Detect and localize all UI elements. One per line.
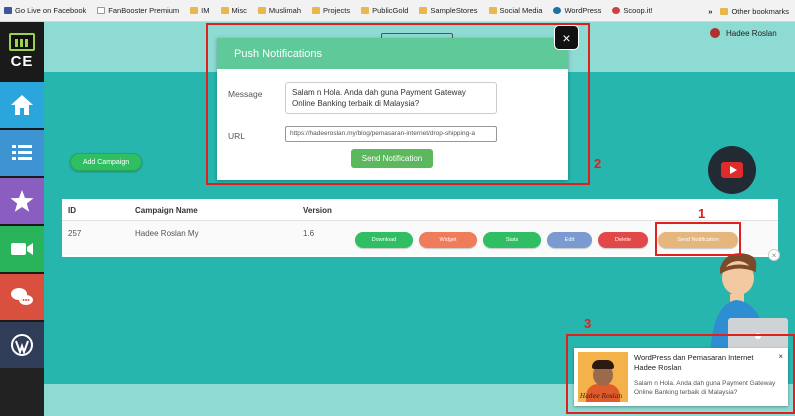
folder-icon [419,7,428,14]
wordpress-icon [11,334,33,356]
bookmark-go-live-facebook[interactable]: Go Live on Facebook [4,6,86,15]
folder-icon [720,7,729,15]
sidebar-item-list[interactable] [0,128,44,176]
toast-title: WordPress dan Pemasaran Internet Hadee R… [634,353,754,372]
other-bookmarks[interactable]: Other bookmarks [720,7,789,16]
bookmark-social-media[interactable]: Social Media [488,6,542,15]
sidebar-item-chat[interactable] [0,272,44,320]
scoopit-icon [612,7,621,14]
app-logo[interactable]: CE [0,22,44,80]
more-bookmarks-chevron[interactable]: » [708,7,712,16]
header-version: Version [303,206,332,215]
stats-button[interactable]: Stats [483,232,541,248]
header-campaign-name: Campaign Name [135,206,198,215]
folder-icon [361,7,370,14]
sidebar-item-home[interactable] [0,80,44,128]
bookmarks-bar: Go Live on Facebook FanBooster Premium I… [0,0,795,22]
star-icon [10,190,34,212]
close-character-button[interactable]: × [768,249,780,261]
download-button[interactable]: Download [355,232,413,248]
folder-icon [488,7,497,14]
user-menu[interactable]: Hadee Roslan [710,28,777,38]
annotation-number-2: 2 [594,156,602,171]
toast-avatar-image: Hadee Roslan [578,352,628,402]
bookmark-fanbooster[interactable]: FanBooster Premium [97,6,179,15]
header-id: ID [68,206,76,215]
chat-icon [11,288,33,305]
annotation-number-3: 3 [584,316,592,331]
bookmark-publicgold[interactable]: PublicGold [361,6,408,15]
widget-button[interactable]: Widget [419,232,477,248]
facebook-icon [4,7,12,14]
folder-icon [190,7,199,14]
sidebar-item-wordpress[interactable] [0,320,44,368]
youtube-icon [721,162,743,178]
list-icon [12,145,32,160]
avatar [710,28,720,38]
folder-icon [257,7,266,14]
bookmark-samplestores[interactable]: SampleStores [419,6,478,15]
monitor-chart-icon [9,32,35,51]
annotation-number-1: 1 [698,206,706,221]
bookmark-wordpress[interactable]: WordPress [553,6,601,15]
video-camera-icon [11,243,33,255]
home-icon [11,95,33,115]
logo-text: CE [10,52,34,70]
cell-id: 257 [68,229,82,238]
sidebar-item-favorites[interactable] [0,176,44,224]
youtube-button[interactable] [708,146,756,194]
bookmark-im[interactable]: IM [190,6,210,15]
user-name: Hadee Roslan [726,28,777,38]
toast-close-icon[interactable]: × [778,352,783,361]
highlight-box-send-button [655,222,741,256]
bookmark-projects[interactable]: Projects [312,6,350,15]
folder-icon [312,7,321,14]
table-header: ID Campaign Name Version [62,199,778,221]
notification-toast[interactable]: Hadee Roslan WordPress dan Pemasaran Int… [574,348,788,406]
delete-button[interactable]: Delete [598,232,648,248]
cell-version: 1.6 [303,229,315,238]
wordpress-icon [553,7,562,14]
highlight-box-modal [206,23,590,185]
add-campaign-button[interactable]: Add Campaign [70,153,142,171]
page-icon [97,7,106,14]
bookmark-muslimah[interactable]: Muslimah [257,6,301,15]
sidebar: CE [0,22,44,416]
edit-button[interactable]: Edit [547,232,592,248]
folder-icon [220,7,229,14]
bookmark-scoopit[interactable]: Scoop.it! [612,6,653,15]
cell-campaign-name: Hadee Roslan My [135,229,199,238]
toast-body: Salam n Hola. Anda dah guna Payment Gate… [634,380,776,396]
toast-image-caption: Hadee Roslan [580,393,623,400]
bookmark-misc[interactable]: Misc [220,6,247,15]
sidebar-item-video[interactable] [0,224,44,272]
